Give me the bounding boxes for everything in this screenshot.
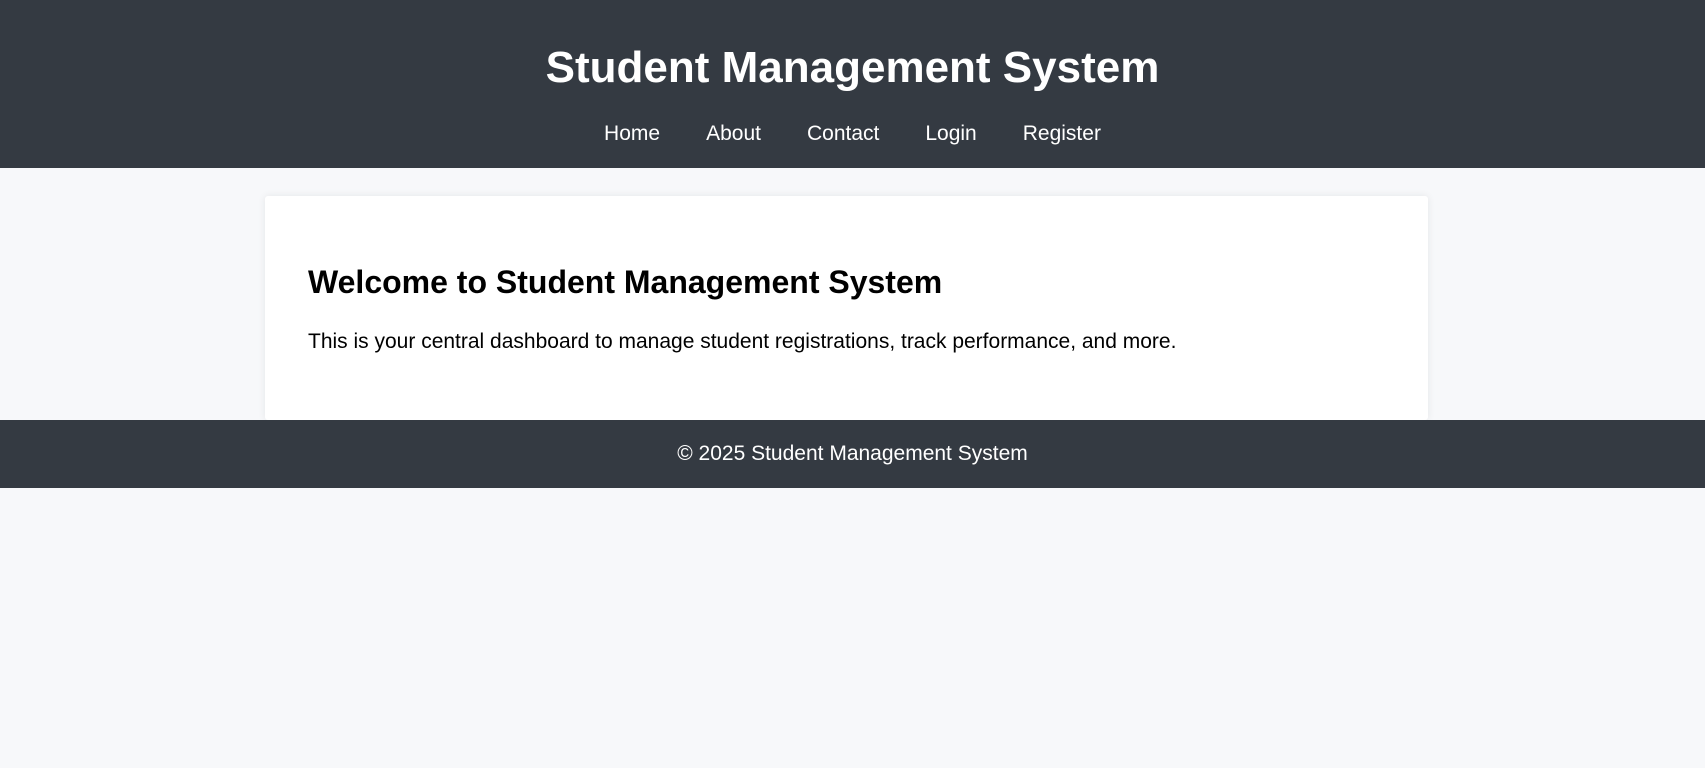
nav-link-about[interactable]: About [706,122,761,145]
nav-item-contact: Contact [807,118,879,150]
site-title: Student Management System [545,43,1160,92]
nav-link-home[interactable]: Home [604,122,660,145]
welcome-heading: Welcome to Student Management System [308,264,943,300]
nav-item-register: Register [1023,118,1101,150]
nav-link-login[interactable]: Login [925,122,976,145]
site-footer: © 2025 Student Management System [0,420,1705,488]
welcome-description: This is your central dashboard to manage… [308,330,1177,353]
welcome-card: Welcome to Student Management System [265,196,1428,420]
nav-link-contact[interactable]: Contact [807,122,879,145]
nav-item-about: About [706,118,761,150]
nav-item-login: Login [925,118,976,150]
nav-list: Home About Contact Login Register [0,118,1705,150]
nav-link-register[interactable]: Register [1023,122,1101,145]
footer-copyright: © 2025 Student Management System [677,442,1028,465]
nav-item-home: Home [604,118,660,150]
site-header: Student Management System Home About Con… [0,0,1705,168]
